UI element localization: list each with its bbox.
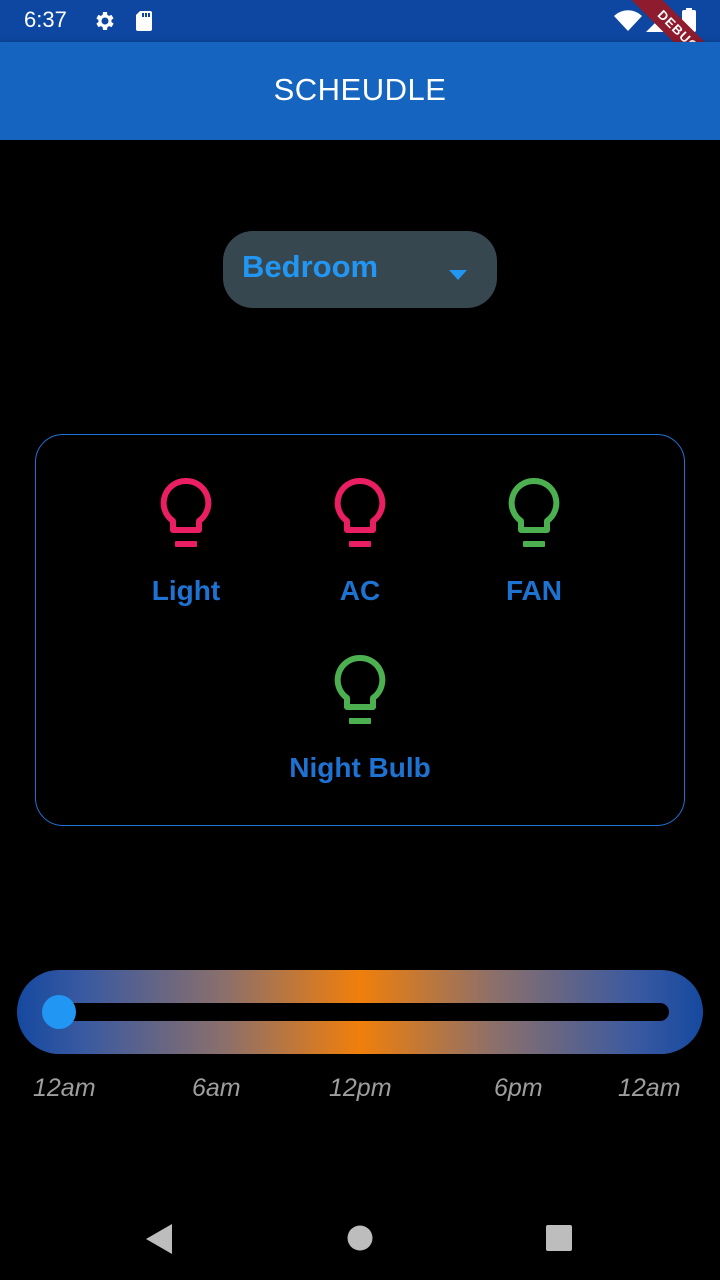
slider-tick-label: 12pm bbox=[329, 1074, 392, 1102]
navigation-bar bbox=[0, 1196, 720, 1280]
wifi-icon bbox=[614, 10, 642, 36]
status-time: 6:37 bbox=[24, 7, 67, 32]
room-dropdown-value: Bedroom bbox=[242, 249, 379, 284]
device-label: FAN bbox=[506, 575, 562, 606]
devices-card: Light AC FAN Night Bulb bbox=[35, 434, 685, 826]
lightbulb-outline-icon bbox=[250, 654, 470, 730]
sd-card-icon bbox=[134, 9, 154, 37]
status-bar: 6:37 DEBUG bbox=[0, 0, 720, 96]
back-icon[interactable] bbox=[146, 1224, 172, 1258]
slider-tick-label: 6pm bbox=[494, 1074, 543, 1102]
app-bar: SCHEUDLE bbox=[0, 42, 720, 140]
home-icon[interactable] bbox=[347, 1225, 373, 1255]
slider-tick-label: 12am bbox=[618, 1074, 681, 1102]
time-slider-thumb[interactable] bbox=[42, 995, 76, 1029]
device-night-bulb[interactable]: Night Bulb bbox=[250, 654, 470, 784]
page-title: SCHEUDLE bbox=[273, 72, 447, 107]
slider-tick-label: 12am bbox=[33, 1074, 96, 1102]
device-fan[interactable]: FAN bbox=[424, 477, 644, 607]
time-slider-rail[interactable] bbox=[52, 1003, 669, 1021]
lightbulb-outline-icon bbox=[424, 477, 644, 553]
recents-icon[interactable] bbox=[546, 1225, 572, 1255]
device-label: Night Bulb bbox=[289, 752, 431, 783]
slider-tick-label: 6am bbox=[192, 1074, 241, 1102]
arrow-drop-down-icon bbox=[449, 265, 467, 284]
gear-icon bbox=[93, 9, 117, 37]
room-dropdown[interactable]: Bedroom bbox=[223, 231, 497, 308]
